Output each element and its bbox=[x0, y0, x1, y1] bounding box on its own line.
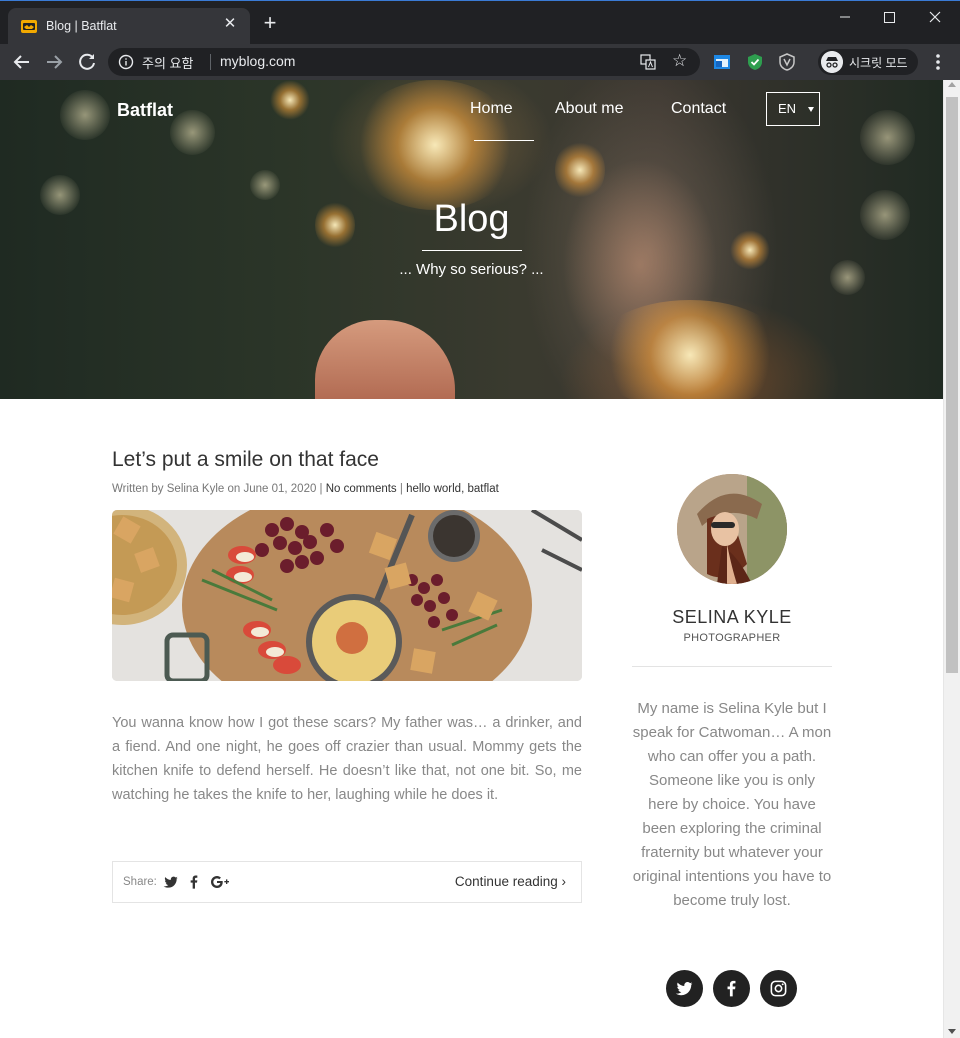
scroll-up-arrow-icon[interactable] bbox=[948, 82, 956, 87]
incognito-badge[interactable]: 시크릿 모드 bbox=[818, 49, 918, 75]
arrow-left-icon bbox=[13, 55, 29, 69]
post-meta-separator: | bbox=[399, 483, 403, 495]
post-comments-link[interactable]: No comments bbox=[326, 483, 397, 495]
social-twitter-button[interactable] bbox=[666, 970, 703, 1007]
translate-icon[interactable] bbox=[640, 54, 656, 70]
nav-link-home[interactable]: Home bbox=[470, 100, 513, 118]
nav-active-underline bbox=[474, 140, 534, 141]
sparkler-light bbox=[555, 140, 605, 200]
batflat-favicon-icon bbox=[21, 20, 37, 33]
close-icon bbox=[929, 11, 941, 23]
sparkler-light bbox=[270, 80, 310, 120]
site-logo[interactable]: Batflat bbox=[117, 100, 173, 121]
caret-down-icon bbox=[808, 107, 814, 112]
hero-bokeh-light bbox=[170, 110, 215, 155]
browser-title-bar: Blog | Batflat ✕ + bbox=[0, 0, 960, 45]
page-scrollbar[interactable] bbox=[943, 80, 960, 1038]
post-title[interactable]: Let’s put a smile on that face bbox=[112, 448, 379, 472]
post-cover-image[interactable] bbox=[112, 510, 582, 681]
author-role: PHOTOGRAPHER bbox=[683, 632, 781, 644]
browser-toolbar: 주의 요함 myblog.com ☆ 시크릿 모드 bbox=[0, 44, 960, 80]
browser-tab[interactable]: Blog | Batflat ✕ bbox=[8, 8, 250, 45]
post-excerpt: You wanna know how I got these scars? My… bbox=[112, 715, 582, 803]
language-value: EN bbox=[778, 101, 797, 116]
incognito-icon bbox=[821, 51, 843, 73]
window-maximize-button[interactable] bbox=[866, 3, 912, 31]
extension-window-icon[interactable] bbox=[712, 52, 732, 72]
food-platter-illustration bbox=[112, 510, 582, 681]
arrow-right-icon bbox=[47, 55, 63, 69]
shield-check-icon[interactable] bbox=[745, 52, 765, 72]
author-portrait-illustration bbox=[677, 474, 787, 584]
shield-v-icon[interactable] bbox=[777, 52, 797, 72]
bookmark-star-icon[interactable]: ☆ bbox=[672, 51, 687, 71]
author-bio: My name is Selina Kyle but I speak for C… bbox=[632, 700, 832, 909]
hero-bokeh-light bbox=[250, 170, 280, 200]
page-viewport: Batflat Home About me Contact EN Blog ..… bbox=[0, 80, 960, 1038]
author-name: SELINA KYLE bbox=[672, 607, 792, 627]
post-footer: Share: Continue reading › bbox=[112, 861, 582, 903]
post-tags-link[interactable]: hello world, batflat bbox=[406, 483, 499, 495]
scroll-down-arrow-icon[interactable] bbox=[948, 1029, 956, 1034]
continue-reading-link[interactable]: Continue reading › bbox=[455, 874, 566, 889]
hero-divider bbox=[422, 250, 522, 251]
tab-title: Blog | Batflat bbox=[46, 19, 117, 33]
omnibox-divider bbox=[210, 54, 211, 70]
new-tab-button[interactable]: + bbox=[258, 12, 282, 36]
more-vertical-icon[interactable] bbox=[928, 52, 948, 72]
hero-bokeh-light bbox=[60, 90, 110, 140]
reload-icon bbox=[79, 53, 95, 70]
tab-close-icon[interactable]: ✕ bbox=[220, 14, 240, 34]
google-plus-icon[interactable] bbox=[210, 874, 232, 890]
reload-button[interactable] bbox=[73, 48, 101, 76]
post-meta: Written by Selina Kyle on June 01, 2020 … bbox=[112, 483, 499, 495]
language-select[interactable]: EN bbox=[766, 92, 820, 126]
back-button[interactable] bbox=[8, 48, 36, 76]
window-close-button[interactable] bbox=[912, 3, 958, 31]
social-instagram-button[interactable] bbox=[760, 970, 797, 1007]
forward-button[interactable] bbox=[40, 48, 68, 76]
info-icon[interactable] bbox=[118, 54, 134, 70]
facebook-icon bbox=[727, 980, 736, 997]
minimize-icon bbox=[840, 16, 850, 18]
twitter-icon bbox=[675, 982, 693, 996]
window-minimize-button[interactable] bbox=[822, 3, 868, 31]
address-bar[interactable]: 주의 요함 myblog.com ☆ bbox=[108, 48, 700, 76]
nav-link-contact[interactable]: Contact bbox=[671, 100, 726, 118]
hero-subtitle: ... Why so serious? ... bbox=[399, 261, 544, 278]
hero-header: Batflat Home About me Contact EN Blog ..… bbox=[0, 80, 943, 399]
url-text[interactable]: myblog.com bbox=[220, 53, 295, 69]
post-author-date: Written by Selina Kyle on June 01, 2020 … bbox=[112, 483, 323, 495]
author-divider bbox=[632, 666, 832, 667]
hero-bokeh-light bbox=[860, 110, 915, 165]
sparkler-light bbox=[590, 300, 790, 399]
nav-link-about[interactable]: About me bbox=[555, 100, 623, 118]
hero-title: Blog bbox=[433, 198, 510, 240]
twitter-icon[interactable] bbox=[163, 874, 179, 890]
security-warning-label[interactable]: 주의 요함 bbox=[142, 53, 193, 72]
share-label: Share: bbox=[123, 876, 157, 888]
maximize-icon bbox=[884, 12, 895, 23]
instagram-icon bbox=[770, 980, 787, 997]
hero-hand-shape bbox=[315, 320, 455, 399]
facebook-icon[interactable] bbox=[186, 874, 202, 890]
incognito-label: 시크릿 모드 bbox=[849, 56, 908, 70]
scrollbar-thumb[interactable] bbox=[946, 97, 958, 673]
social-facebook-button[interactable] bbox=[713, 970, 750, 1007]
author-avatar bbox=[677, 474, 787, 584]
